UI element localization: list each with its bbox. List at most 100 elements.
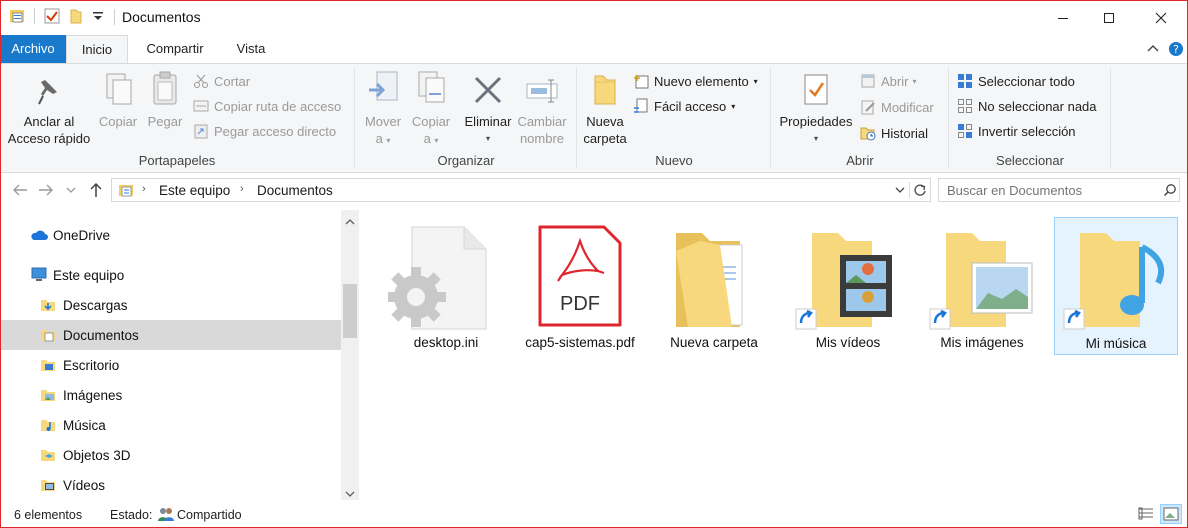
delete-label: Eliminar bbox=[464, 114, 512, 129]
details-view-icon[interactable] bbox=[1138, 507, 1154, 521]
nav-item-documents[interactable]: Documentos bbox=[0, 320, 341, 350]
new-folder-icon bbox=[580, 70, 630, 106]
status-bar: 6 elementos Estado: Compartido bbox=[0, 500, 1188, 528]
easy-access-label: Fácil acceso bbox=[654, 98, 727, 114]
file-item[interactable]: desktop.ini bbox=[384, 217, 508, 355]
new-item-button[interactable]: Nuevo elemento ▾ bbox=[633, 70, 758, 92]
group-label-select: Seleccionar bbox=[996, 153, 1064, 168]
scroll-down-icon[interactable] bbox=[345, 486, 355, 497]
computer-icon bbox=[30, 267, 48, 283]
rename-button[interactable]: Cambiar nombre bbox=[514, 70, 570, 147]
search-input[interactable] bbox=[947, 182, 1147, 198]
file-item[interactable]: Mis imágenes bbox=[920, 217, 1044, 355]
copy-to-button[interactable]: Copiar a ▾ bbox=[408, 70, 454, 149]
nav-label-downloads: Descargas bbox=[63, 297, 128, 313]
tab-view[interactable]: Vista bbox=[220, 35, 282, 63]
rename-label-2: nombre bbox=[519, 131, 565, 146]
history-button[interactable]: Historial bbox=[860, 122, 928, 144]
tab-share[interactable]: Compartir bbox=[134, 35, 216, 63]
scroll-up-icon[interactable] bbox=[345, 214, 355, 225]
breadcrumb-documents[interactable]: Documentos bbox=[257, 183, 333, 198]
delete-button[interactable]: Eliminar ▾ bbox=[460, 70, 516, 147]
new-folder-button[interactable]: Nueva carpeta bbox=[580, 70, 630, 147]
search-icon[interactable] bbox=[1163, 183, 1177, 197]
breadcrumb-this-pc[interactable]: Este equipo bbox=[159, 183, 230, 198]
edit-pencil-icon bbox=[860, 99, 876, 115]
large-icons-view-icon[interactable] bbox=[1160, 504, 1182, 524]
properties-check-icon[interactable] bbox=[44, 8, 60, 24]
file-name: Mis vídeos bbox=[815, 335, 881, 350]
state-label: Estado: bbox=[110, 508, 153, 522]
nav-item-music[interactable]: Música bbox=[0, 410, 341, 440]
copy-path-button[interactable]: Copiar ruta de acceso bbox=[193, 95, 341, 117]
tab-home[interactable]: Inicio bbox=[66, 35, 128, 64]
nav-item-this-pc[interactable]: Este equipo bbox=[0, 260, 341, 290]
copy-label: Copiar bbox=[98, 114, 138, 129]
open-button[interactable]: Abrir ▾ bbox=[860, 70, 916, 92]
breadcrumb-chevron-icon[interactable]: › bbox=[240, 183, 244, 195]
nav-item-pictures[interactable]: Imágenes bbox=[0, 380, 341, 410]
group-separator bbox=[948, 68, 949, 168]
nav-label-pictures: Imágenes bbox=[63, 387, 123, 403]
properties-dropdown-icon[interactable]: ▾ bbox=[776, 130, 856, 147]
group-separator bbox=[770, 68, 771, 168]
nav-item-3d-objects[interactable]: Objetos 3D bbox=[0, 440, 341, 470]
select-none-button[interactable]: No seleccionar nada bbox=[957, 95, 1097, 117]
delete-x-icon bbox=[460, 70, 516, 106]
nav-item-videos[interactable]: Vídeos bbox=[0, 470, 341, 500]
file-name: Mis imágenes bbox=[940, 335, 1024, 350]
address-separator bbox=[909, 182, 910, 198]
pin-quick-access-button[interactable]: Anclar al Acceso rápido bbox=[4, 70, 94, 147]
invert-selection-button[interactable]: Invertir selección bbox=[957, 120, 1076, 142]
close-button[interactable] bbox=[1134, 0, 1188, 35]
move-to-button[interactable]: Mover a ▾ bbox=[360, 70, 406, 149]
search-box[interactable] bbox=[938, 178, 1180, 202]
select-none-icon bbox=[957, 98, 973, 114]
back-button[interactable] bbox=[10, 181, 30, 199]
documents-location-icon bbox=[118, 182, 134, 198]
file-item[interactable]: PDF cap5-sistemas.pdf bbox=[518, 217, 642, 355]
file-item[interactable]: Mis vídeos bbox=[786, 217, 910, 355]
svg-text:?: ? bbox=[1173, 43, 1179, 56]
ribbon-collapse-icon[interactable] bbox=[1146, 42, 1160, 56]
copy-button[interactable]: Copiar bbox=[96, 70, 140, 130]
nav-item-downloads[interactable]: Descargas bbox=[0, 290, 341, 320]
pdf-badge: PDF bbox=[560, 293, 600, 315]
forward-button[interactable] bbox=[36, 181, 56, 199]
refresh-icon[interactable] bbox=[913, 183, 927, 197]
nav-scrollbar[interactable] bbox=[341, 210, 359, 500]
minimize-button[interactable] bbox=[1040, 0, 1086, 35]
select-all-button[interactable]: Seleccionar todo bbox=[957, 70, 1075, 92]
nav-item-desktop[interactable]: Escritorio bbox=[0, 350, 341, 380]
breadcrumb-chevron-icon[interactable]: › bbox=[142, 183, 146, 195]
history-label: Historial bbox=[881, 125, 928, 141]
nav-item-onedrive[interactable]: OneDrive bbox=[0, 220, 341, 250]
file-item[interactable]: Mi música bbox=[1054, 217, 1178, 355]
rename-icon bbox=[514, 70, 570, 106]
address-bar[interactable]: › Este equipo › Documentos bbox=[111, 178, 931, 202]
file-item[interactable]: Nueva carpeta bbox=[652, 217, 776, 355]
new-folder-qat-icon[interactable] bbox=[68, 8, 84, 24]
up-button[interactable] bbox=[86, 181, 106, 199]
easy-access-button[interactable]: Fácil acceso ▾ bbox=[633, 95, 735, 117]
nav-label-music: Música bbox=[63, 417, 106, 433]
delete-dropdown-icon[interactable]: ▾ bbox=[460, 130, 516, 147]
help-icon[interactable]: ? bbox=[1168, 41, 1184, 57]
paste-button[interactable]: Pegar bbox=[143, 70, 187, 130]
documents-folder-icon bbox=[40, 327, 56, 343]
move-to-label-2: a ▾ bbox=[375, 131, 391, 146]
scroll-thumb[interactable] bbox=[343, 284, 357, 338]
properties-button[interactable]: Propiedades ▾ bbox=[776, 70, 856, 147]
videos-folder-icon bbox=[40, 477, 56, 493]
address-dropdown-icon[interactable] bbox=[894, 184, 906, 196]
paste-shortcut-button[interactable]: Pegar acceso directo bbox=[193, 120, 336, 142]
nav-label-videos: Vídeos bbox=[63, 477, 106, 493]
maximize-button[interactable] bbox=[1086, 0, 1132, 35]
select-none-label: No seleccionar nada bbox=[978, 98, 1097, 114]
state-value: Compartido bbox=[177, 508, 242, 522]
edit-button[interactable]: Modificar bbox=[860, 96, 934, 118]
customize-qat-dropdown-icon[interactable] bbox=[92, 8, 104, 24]
recent-locations-button[interactable] bbox=[64, 181, 78, 199]
tab-file[interactable]: Archivo bbox=[0, 35, 66, 63]
cut-button[interactable]: Cortar bbox=[193, 70, 250, 92]
